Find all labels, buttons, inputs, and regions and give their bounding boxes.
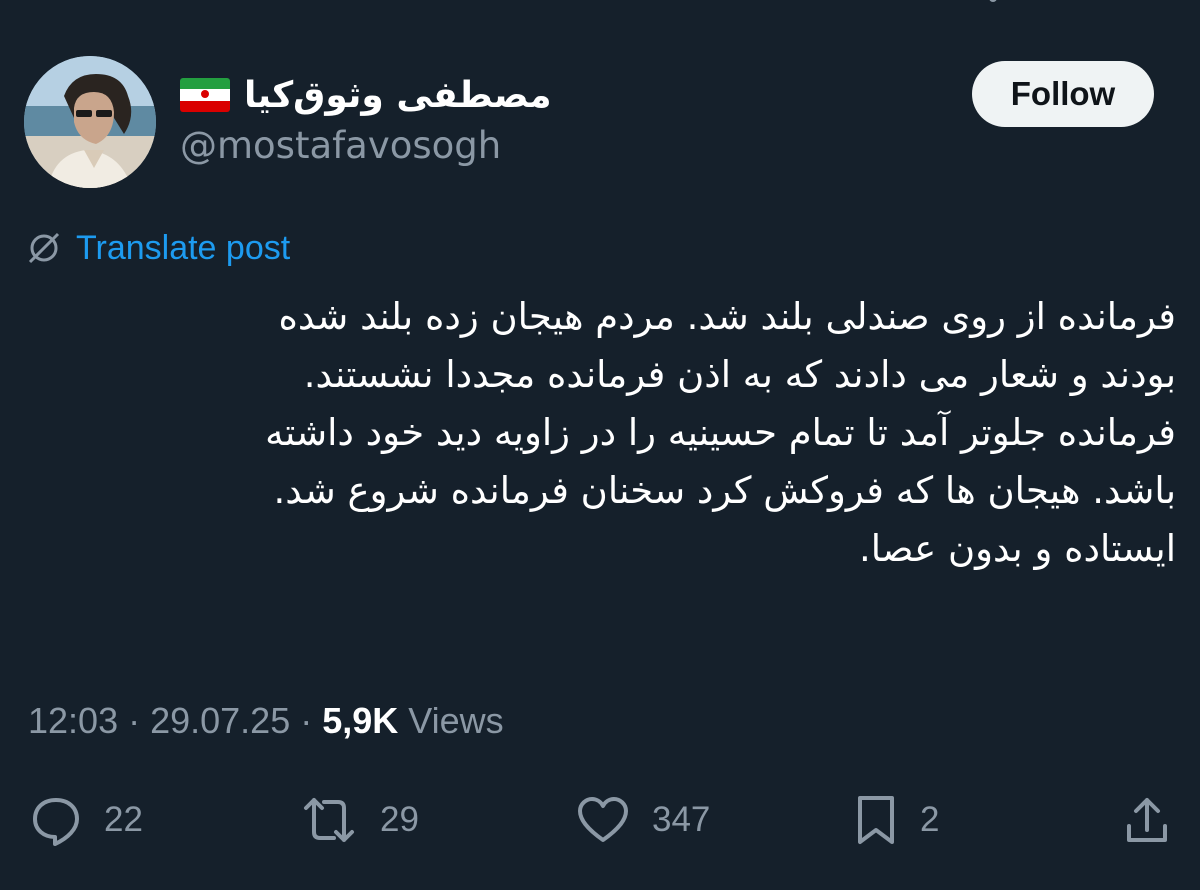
reply-button[interactable]: 22 (30, 792, 143, 848)
meta-separator: · (290, 700, 323, 741)
bookmark-icon (858, 796, 894, 844)
author-name-row: مصطفی وثوق‌کیا (180, 70, 570, 120)
share-icon (1127, 798, 1167, 842)
post-time[interactable]: 12:03 (28, 700, 118, 741)
post-line: بودند و شعار می دادند که به اذن فرمانده … (303, 353, 1176, 396)
post-line: ایستاده و بدون عصا. (859, 527, 1176, 570)
translate-post-label: Translate post (76, 228, 291, 267)
translate-globe-icon (28, 232, 60, 264)
post-date[interactable]: 29.07.25 (150, 700, 290, 741)
views-count[interactable]: 5,9K (322, 700, 398, 741)
views-label: Views (398, 700, 504, 741)
post-text: فرمانده از روی صندلی بلند شد. مردم هیجان… (28, 288, 1176, 578)
repost-icon (304, 798, 354, 842)
follow-button[interactable]: Follow (972, 61, 1154, 127)
translate-post-link[interactable]: Translate post (26, 226, 290, 270)
avatar[interactable] (24, 56, 156, 188)
iran-flag-icon (180, 78, 230, 112)
repost-button[interactable]: 29 (300, 792, 419, 848)
like-count: 347 (652, 800, 711, 839)
meta-separator: · (118, 700, 151, 741)
reply-count: 22 (104, 800, 143, 839)
tweet-container: مصطفی وثوق‌کیا @mostafavosogh Follow Tra… (0, 0, 1200, 890)
author-handle[interactable]: @mostafavosogh (180, 124, 501, 167)
post-line: فرمانده از روی صندلی بلند شد. مردم هیجان… (278, 295, 1177, 338)
repost-count: 29 (380, 800, 419, 839)
post-meta: 12:03 · 29.07.25 · 5,9K Views (28, 700, 504, 742)
bookmark-count: 2 (920, 800, 940, 839)
action-bar: 22 29 347 2 (0, 792, 1200, 848)
bookmark-button[interactable]: 2 (854, 792, 939, 848)
like-button[interactable]: 347 (576, 792, 710, 848)
post-line: فرمانده جلوتر آمد تا تمام حسینیه را در ز… (265, 411, 1176, 454)
heart-icon (578, 797, 628, 842)
reply-icon (33, 798, 79, 846)
partial-glyph (989, 0, 997, 2)
author-display-name[interactable]: مصطفی وثوق‌کیا (244, 75, 552, 116)
post-line: باشد. هیجان ها که فروکش کرد سخنان فرماند… (273, 469, 1176, 512)
avatar-photo (24, 56, 156, 188)
share-button[interactable] (1124, 792, 1170, 848)
